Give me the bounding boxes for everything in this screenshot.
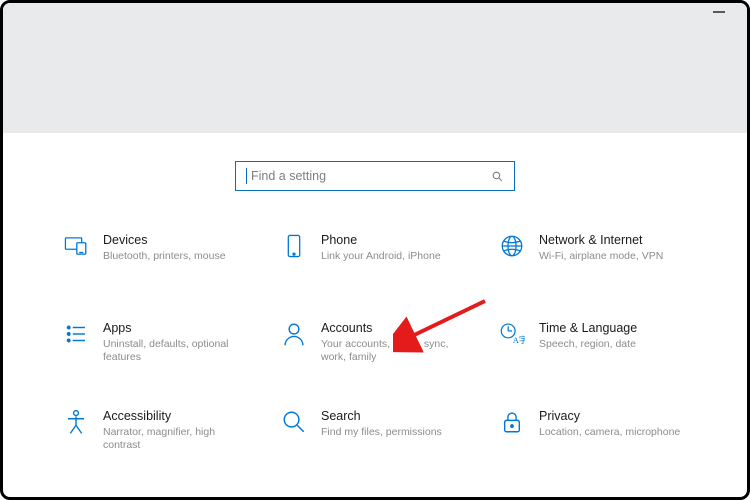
person-icon	[281, 321, 307, 347]
lock-icon	[499, 409, 525, 435]
header-band	[3, 3, 747, 133]
tile-search[interactable]: Search Find my files, permissions	[281, 409, 469, 457]
tile-title: Network & Internet	[539, 233, 663, 248]
tile-title: Time & Language	[539, 321, 637, 336]
tile-phone[interactable]: Phone Link your Android, iPhone	[281, 233, 469, 281]
tile-desc: Uninstall, defaults, optional features	[103, 338, 251, 364]
tile-desc: Your accounts, email, sync, work, family	[321, 338, 469, 364]
magnifier-icon	[281, 409, 307, 435]
tile-devices[interactable]: Devices Bluetooth, printers, mouse	[63, 233, 251, 281]
tile-title: Phone	[321, 233, 441, 248]
tile-desc: Location, camera, microphone	[539, 426, 680, 439]
tile-title: Privacy	[539, 409, 680, 424]
search-icon	[491, 170, 504, 183]
globe-icon	[499, 233, 525, 259]
tile-desc: Wi-Fi, airplane mode, VPN	[539, 250, 663, 263]
tile-title: Apps	[103, 321, 251, 336]
content-area: Find a setting Devices Bluetooth, pri	[3, 133, 747, 457]
settings-grid: Devices Bluetooth, printers, mouse Phone…	[63, 233, 687, 457]
minimize-button[interactable]	[713, 11, 725, 13]
tile-title: Accessibility	[103, 409, 251, 424]
tile-apps[interactable]: Apps Uninstall, defaults, optional featu…	[63, 321, 251, 369]
tile-accessibility[interactable]: Accessibility Narrator, magnifier, high …	[63, 409, 251, 457]
accessibility-icon	[63, 409, 89, 435]
tile-desc: Bluetooth, printers, mouse	[103, 250, 226, 263]
tile-title: Search	[321, 409, 442, 424]
time-language-icon: A字	[499, 321, 525, 347]
tile-accounts[interactable]: Accounts Your accounts, email, sync, wor…	[281, 321, 469, 369]
tile-desc: Speech, region, date	[539, 338, 637, 351]
search-input[interactable]: Find a setting	[235, 161, 515, 191]
tile-title: Devices	[103, 233, 226, 248]
search-placeholder: Find a setting	[251, 169, 491, 183]
tile-desc: Link your Android, iPhone	[321, 250, 441, 263]
tile-desc: Find my files, permissions	[321, 426, 442, 439]
tile-network[interactable]: Network & Internet Wi-Fi, airplane mode,…	[499, 233, 687, 281]
phone-icon	[281, 233, 307, 259]
tile-title: Accounts	[321, 321, 469, 336]
apps-icon	[63, 321, 89, 347]
tile-time-language[interactable]: A字 Time & Language Speech, region, date	[499, 321, 687, 369]
devices-icon	[63, 233, 89, 259]
svg-text:A字: A字	[513, 335, 525, 345]
tile-privacy[interactable]: Privacy Location, camera, microphone	[499, 409, 687, 457]
tile-desc: Narrator, magnifier, high contrast	[103, 426, 251, 452]
settings-window: Find a setting Devices Bluetooth, pri	[0, 0, 750, 500]
text-caret	[246, 168, 247, 184]
